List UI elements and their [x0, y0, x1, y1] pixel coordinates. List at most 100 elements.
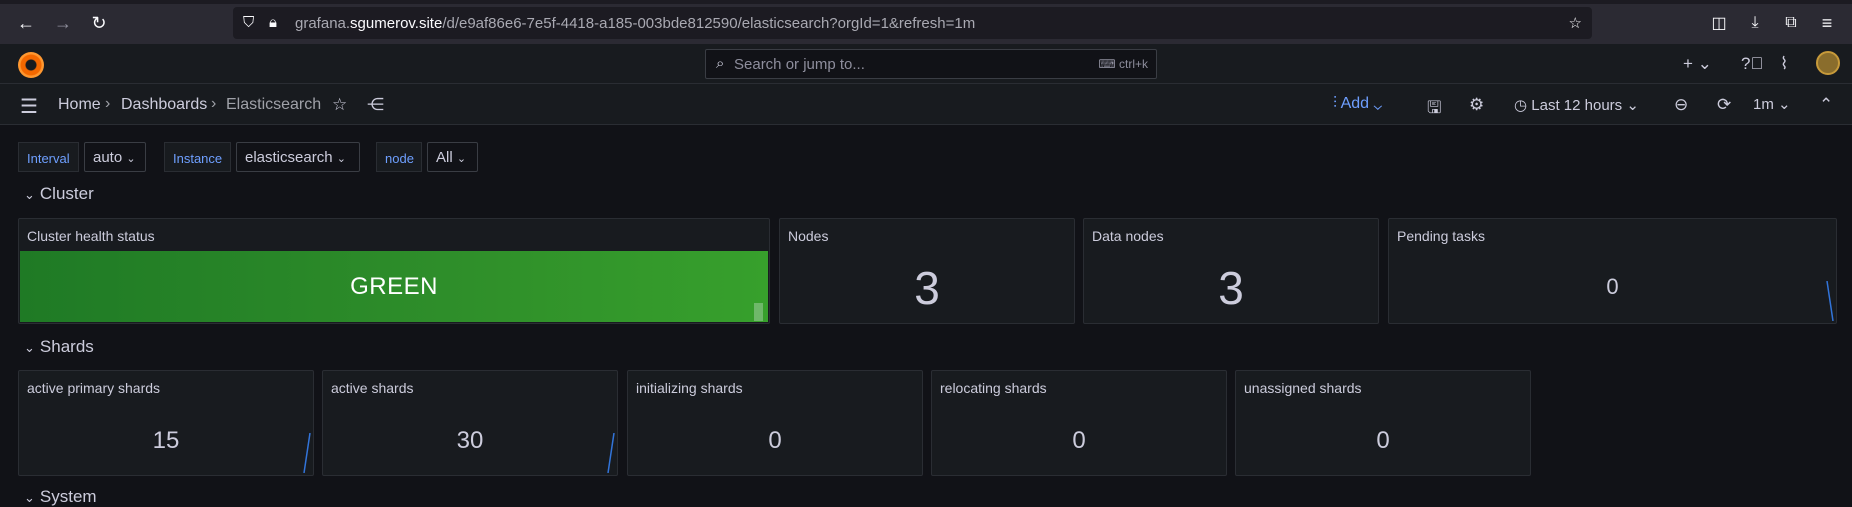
data-nodes-value: 3 [1218, 262, 1244, 314]
row-cluster-title: Cluster [39, 184, 94, 203]
panel-active-shards[interactable]: active shards 30 [322, 370, 618, 476]
menu-hamburger-icon[interactable]: ☰ [20, 94, 38, 119]
sparkline [1826, 281, 1834, 321]
save-icon[interactable]: 🖫︎ [1427, 95, 1441, 124]
shard-value: 30 [456, 427, 484, 454]
search-shortcut: ⌨ ctrl+k [1098, 57, 1148, 71]
chevron-down-icon: ⌄ [456, 153, 467, 165]
favorite-star-icon[interactable]: ☆ [332, 95, 347, 115]
dashboard-nav-bar: ☰ Home › Dashboards › Elasticsearch ☆ ⋲ … [0, 84, 1852, 125]
panel-cluster-health[interactable]: Cluster health status GREEN [18, 218, 770, 324]
panel-nodes[interactable]: Nodes 3 [779, 218, 1075, 324]
help-icon[interactable]: ?⃝ [1741, 54, 1763, 74]
reload-icon[interactable]: ↻ [83, 7, 115, 39]
panel-title: unassigned shards [1244, 380, 1362, 396]
refresh-interval-label: 1m [1753, 96, 1774, 113]
panel-relocating-shards[interactable]: relocating shards 0 [931, 370, 1227, 476]
search-placeholder: Search or jump to... [734, 56, 865, 73]
health-status-fill: GREEN [20, 251, 768, 322]
panel-initializing-shards[interactable]: initializing shards 0 [627, 370, 923, 476]
panel-title: active shards [331, 380, 414, 396]
instance-value: elasticsearch [245, 149, 333, 166]
url-path: /d/e9af86e6-7e5f-4418-a185-003bde812590/… [442, 14, 976, 32]
variable-interval-label: Interval [18, 142, 79, 172]
browser-menu-icon[interactable]: ≡ [1811, 7, 1843, 39]
panel-title: Cluster health status [27, 228, 155, 244]
search-input[interactable]: ⌕ Search or jump to... ⌨ ctrl+k [705, 49, 1157, 79]
sparkline [303, 433, 311, 473]
settings-gear-icon[interactable]: ⚙ [1469, 95, 1484, 115]
panel-pending-tasks[interactable]: Pending tasks 0 [1388, 218, 1837, 324]
breadcrumb-dashboards[interactable]: Dashboards [121, 96, 207, 114]
lock-icon[interactable]: 🔒︎ [269, 14, 277, 31]
browser-tab-strip [0, 0, 1852, 4]
row-system[interactable]: ⌄ System [24, 487, 97, 507]
url-text[interactable]: grafana.sgumerov.site/d/e9af86e6-7e5f-44… [295, 15, 975, 32]
collapse-chevron-up-icon[interactable]: ⌃ [1819, 95, 1833, 115]
shard-value: 0 [1376, 427, 1390, 454]
row-shards-title: Shards [39, 337, 94, 356]
shard-value: 0 [1072, 427, 1086, 454]
row-shards[interactable]: ⌄ Shards [24, 337, 94, 357]
breadcrumb-home[interactable]: Home [58, 96, 101, 114]
add-panel-icon: ⫶ [1333, 95, 1338, 112]
extensions-icon[interactable]: ⧉ [1775, 7, 1807, 39]
refresh-interval-picker[interactable]: 1m ⌄ [1753, 95, 1791, 113]
news-rss-icon[interactable]: ⌇ [1780, 54, 1788, 74]
panel-active-primary-shards[interactable]: active primary shards 15 [18, 370, 314, 476]
url-prefix: grafana. [295, 14, 351, 32]
health-status-value: GREEN [350, 272, 438, 300]
search-icon: ⌕ [716, 55, 725, 72]
address-bar[interactable]: ⛉ 🔒︎ grafana.sgumerov.site/d/e9af86e6-7e… [233, 7, 1592, 39]
time-range-picker[interactable]: ◷ Last 12 hours ⌄ [1514, 96, 1639, 114]
shield-icon[interactable]: ⛉ [243, 14, 254, 31]
panel-title: Data nodes [1092, 228, 1164, 244]
add-button[interactable]: ⫶ Add ⌄ [1333, 95, 1382, 113]
bookmark-star-icon[interactable]: ☆ [1569, 14, 1582, 32]
downloads-icon[interactable]: ⤓ [1739, 7, 1771, 39]
chevron-down-icon: ⌄ [24, 187, 35, 202]
variable-instance-label: Instance [164, 142, 231, 172]
share-icon[interactable]: ⋲ [367, 95, 384, 115]
zoom-out-icon[interactable]: ⊖ [1674, 95, 1688, 115]
shard-value: 15 [152, 427, 180, 454]
panel-unassigned-shards[interactable]: unassigned shards 0 [1235, 370, 1531, 476]
sparkline [607, 433, 615, 473]
row-cluster[interactable]: ⌄ Cluster [24, 184, 94, 204]
panel-title: active primary shards [27, 380, 161, 396]
grafana-logo-icon[interactable] [18, 52, 44, 78]
interval-value: auto [93, 149, 123, 166]
add-label: Add [1340, 95, 1370, 112]
pocket-icon[interactable]: ◫ [1703, 7, 1735, 39]
back-arrow-icon[interactable]: ← [10, 7, 42, 39]
panel-title: relocating shards [940, 380, 1047, 396]
chevron-down-icon: ⌄ [126, 153, 136, 165]
nodes-value: 3 [914, 262, 940, 314]
panel-data-nodes[interactable]: Data nodes 3 [1083, 218, 1379, 324]
row-system-title: System [39, 487, 97, 506]
url-host: sgumerov.site [350, 14, 443, 32]
variable-instance-select[interactable]: elasticsearch ⌄ [236, 142, 360, 172]
clock-icon: ◷ [1514, 97, 1528, 114]
breadcrumb-separator-icon: › [105, 95, 111, 112]
grafana-topbar: ⌕ Search or jump to... ⌨ ctrl+k + ⌄ ?⃝ ⌇ [0, 44, 1852, 84]
search-shortcut-text: ctrl+k [1118, 57, 1148, 71]
chevron-down-icon: ⌄ [336, 153, 346, 165]
breadcrumb-separator-icon: › [211, 95, 217, 112]
chevron-down-icon: ⌄ [24, 340, 35, 355]
refresh-icon[interactable]: ⟳ [1717, 95, 1731, 115]
new-plus-icon[interactable]: + ⌄ [1683, 54, 1712, 74]
user-avatar[interactable] [1816, 51, 1840, 75]
panel-title: Nodes [788, 228, 829, 244]
health-sparkline [754, 303, 763, 321]
variable-node-select[interactable]: All ⌄ [427, 142, 478, 172]
variable-node-label: node [376, 142, 422, 172]
node-value: All [436, 149, 453, 166]
browser-toolbar: ← → ↻ ⛉ 🔒︎ grafana.sgumerov.site/d/e9af8… [0, 0, 1852, 44]
forward-arrow-icon[interactable]: → [47, 7, 79, 39]
breadcrumb-current: Elasticsearch [226, 96, 322, 113]
pending-tasks-value: 0 [1606, 274, 1619, 299]
variable-interval-select[interactable]: auto ⌄ [84, 142, 146, 172]
panel-title: Pending tasks [1397, 228, 1485, 244]
shard-value: 0 [768, 427, 782, 454]
